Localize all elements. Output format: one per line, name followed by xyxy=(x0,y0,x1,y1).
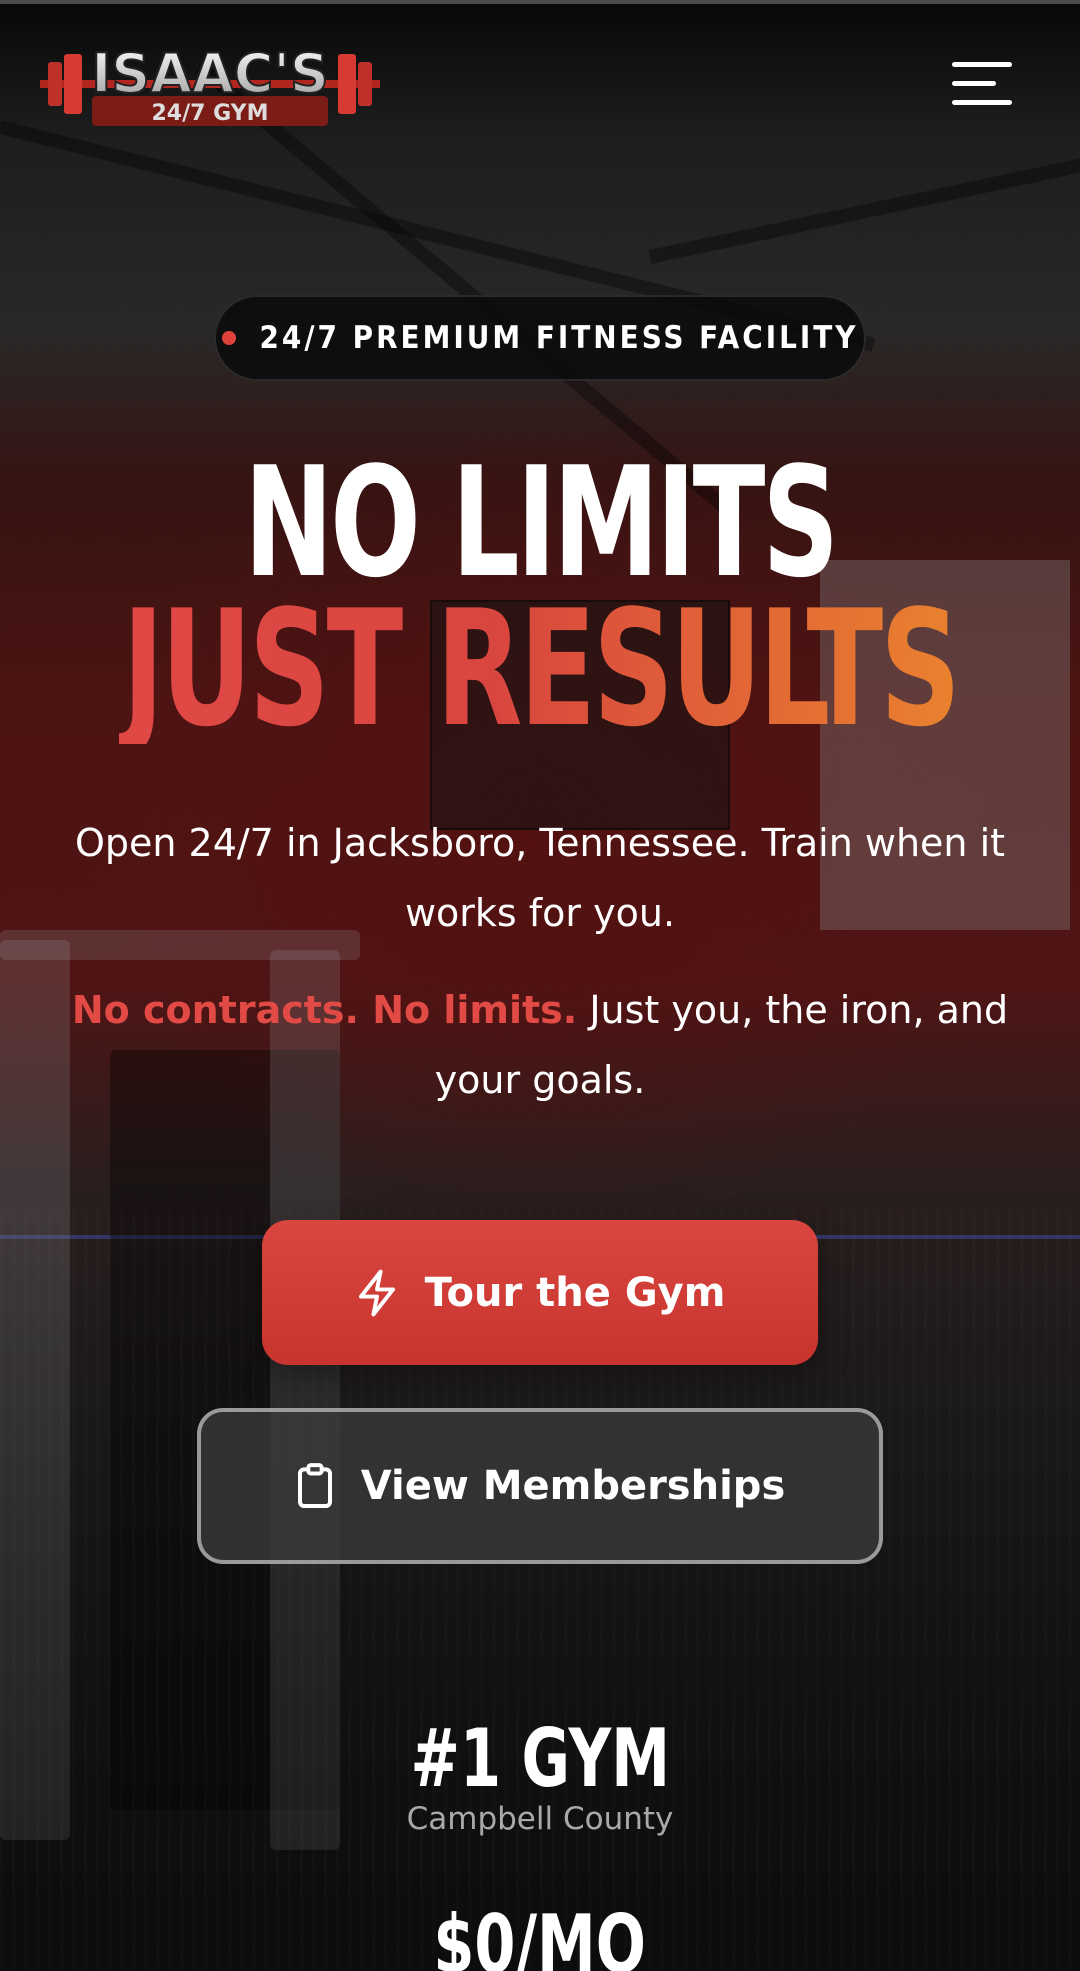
facility-badge: 24/7 PREMIUM FITNESS FACILITY xyxy=(214,295,866,381)
badge-dot-icon xyxy=(221,331,236,345)
hero-lead-text-2: No contracts. No limits. Just you, the i… xyxy=(60,975,1020,1115)
logo-title: ISAAC'S xyxy=(91,42,329,105)
stat-rank: #1 GYM Campbell County xyxy=(0,1712,1080,1837)
view-memberships-label: View Memberships xyxy=(360,1463,786,1509)
view-memberships-button[interactable]: View Memberships xyxy=(197,1408,883,1564)
headline-line-2: JUST RESULTS xyxy=(119,589,961,749)
stat-price: $0/MO xyxy=(0,1898,1080,1971)
stat-rank-label: Campbell County xyxy=(406,1801,674,1837)
tour-the-gym-button[interactable]: Tour the Gym xyxy=(262,1220,818,1365)
badge-text: 24/7 PREMIUM FITNESS FACILITY xyxy=(259,320,859,356)
hero-headline: NO LIMITS JUST RESULTS xyxy=(0,434,1080,749)
lead-accent-text: No contracts. No limits. xyxy=(71,988,578,1032)
clipboard-icon xyxy=(295,1462,335,1510)
logo-subtitle: 24/7 GYM xyxy=(151,101,268,126)
site-header: ISAAC'S 24/7 GYM xyxy=(0,0,1080,170)
hamburger-menu-icon[interactable] xyxy=(952,62,1012,106)
gym-logo[interactable]: ISAAC'S 24/7 GYM xyxy=(40,40,380,130)
stat-price-value: $0/MO xyxy=(433,1898,647,1971)
tour-the-gym-label: Tour the Gym xyxy=(424,1269,726,1316)
hero-lead-text: Open 24/7 in Jacksboro, Tennessee. Train… xyxy=(74,821,1006,935)
headline-line-1: NO LIMITS xyxy=(244,434,839,611)
barbell-logo-icon: ISAAC'S 24/7 GYM xyxy=(40,41,380,126)
stat-rank-value: #1 GYM xyxy=(410,1712,670,1805)
lightning-bolt-icon xyxy=(355,1268,399,1318)
